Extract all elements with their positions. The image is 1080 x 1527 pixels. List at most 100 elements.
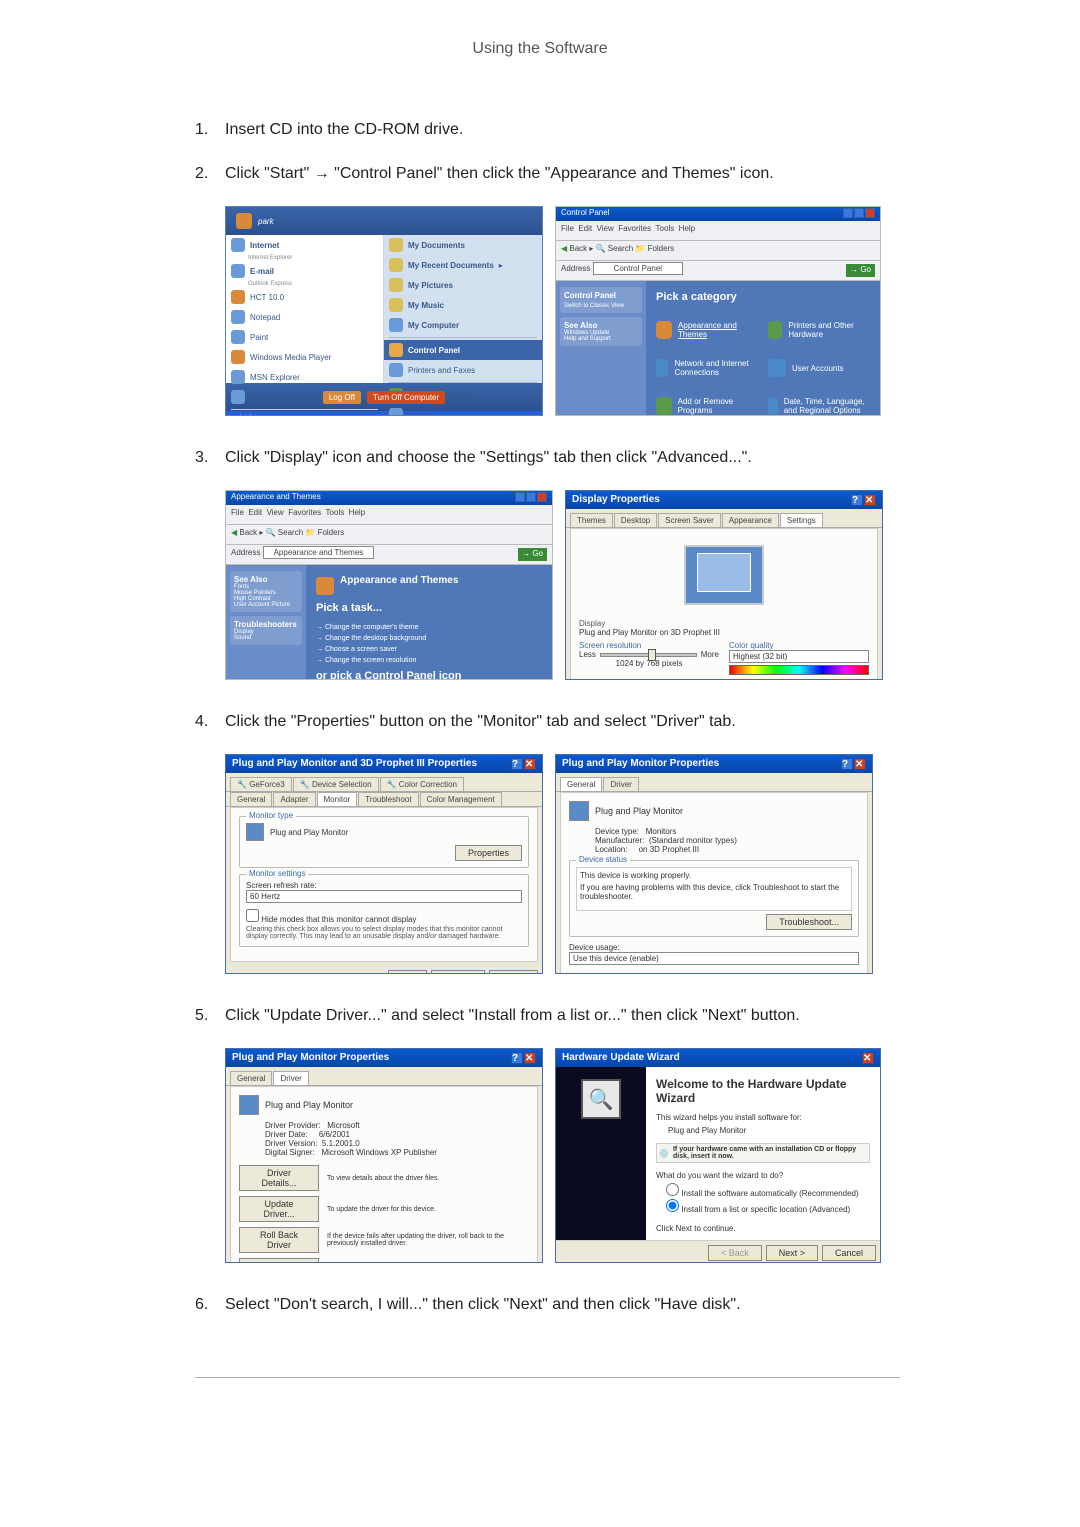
- display-properties-screenshot: Display Properties ?✕ Themes Desktop Scr…: [565, 490, 883, 680]
- apply-button[interactable]: Apply: [489, 970, 538, 974]
- window-buttons[interactable]: [515, 492, 547, 504]
- cp-cat-date[interactable]: Date, Time, Language, and Regional Optio…: [768, 397, 870, 415]
- go-button[interactable]: → Go: [846, 264, 875, 277]
- tab-monitor[interactable]: Monitor: [317, 792, 358, 806]
- cp-cat-addremove[interactable]: Add or Remove Programs: [656, 397, 758, 415]
- tab-troubleshoot[interactable]: Troubleshoot: [358, 792, 418, 806]
- tab-general[interactable]: General: [560, 777, 602, 791]
- step-5: 5. Click "Update Driver..." and select "…: [195, 1004, 900, 1028]
- sm-item-printers[interactable]: Printers and Faxes: [384, 360, 542, 380]
- cp-cat-useracc[interactable]: User Accounts: [768, 359, 870, 377]
- sm-item-music[interactable]: My Music: [384, 295, 542, 315]
- tab-general[interactable]: General: [230, 792, 272, 806]
- color-quality-select[interactable]: Highest (32 bit): [729, 650, 869, 663]
- resolution-slider[interactable]: [600, 653, 697, 657]
- step-number: 3.: [195, 446, 225, 470]
- tab-colormgmt[interactable]: Color Management: [420, 792, 502, 806]
- update-driver-button[interactable]: Update Driver...: [239, 1196, 319, 1222]
- tab-colorcorr[interactable]: 🔧 Color Correction: [380, 777, 464, 791]
- mg-title: Plug and Play Monitor Properties ?✕: [556, 755, 872, 773]
- sm-item-internet[interactable]: Internet: [226, 235, 383, 255]
- sm-item-hct[interactable]: HCT 10.0: [226, 287, 383, 307]
- usage-select[interactable]: Use this device (enable): [569, 952, 859, 965]
- advanced-monitor-screenshot: Plug and Play Monitor and 3D Prophet III…: [225, 754, 543, 974]
- driver-details-button[interactable]: Driver Details...: [239, 1165, 319, 1191]
- am-tabs2: General Adapter Monitor Troubleshoot Col…: [226, 792, 542, 807]
- opt-auto[interactable]: [666, 1183, 679, 1196]
- sm-item-search[interactable]: Search: [384, 405, 542, 416]
- back-button[interactable]: < Back: [708, 1245, 762, 1261]
- wiz-title: Hardware Update Wizard ✕: [556, 1049, 880, 1067]
- close-buttons[interactable]: ?✕: [851, 494, 876, 506]
- tab-geforce[interactable]: 🔧 GeForce3: [230, 777, 292, 791]
- tab-themes[interactable]: Themes: [570, 513, 613, 527]
- sm-item-recent[interactable]: My Recent Documents ▸: [384, 255, 542, 275]
- cp-cat-appearance[interactable]: Appearance and Themes: [656, 321, 758, 339]
- page-title: Using the Software: [472, 40, 607, 57]
- rollback-button[interactable]: Roll Back Driver: [239, 1227, 319, 1253]
- close-buttons[interactable]: ?✕: [841, 758, 866, 770]
- dp-display-label: Display: [579, 619, 869, 628]
- tab-driver[interactable]: Driver: [273, 1071, 308, 1085]
- cp-side-box: Control Panel Switch to Classic View: [560, 287, 642, 313]
- window-buttons[interactable]: [843, 208, 875, 220]
- tab-driver[interactable]: Driver: [603, 777, 638, 791]
- opt-list[interactable]: [666, 1199, 679, 1212]
- properties-button[interactable]: Properties: [455, 845, 522, 861]
- start-button[interactable]: start: [234, 413, 251, 416]
- am-tabs1: 🔧 GeForce3 🔧 Device Selection 🔧 Color Co…: [226, 773, 542, 792]
- cp-cat-network[interactable]: Network and Internet Connections: [656, 359, 758, 377]
- step-2: 2. Click "Start" → "Control Panel" then …: [195, 162, 900, 186]
- tab-desktop[interactable]: Desktop: [614, 513, 657, 527]
- cp-cat-printers[interactable]: Printers and Other Hardware: [768, 321, 870, 339]
- cp-body: Control Panel Switch to Classic View See…: [556, 281, 880, 416]
- tab-general[interactable]: General: [230, 1071, 272, 1085]
- address-field[interactable]: Control Panel: [593, 262, 683, 275]
- tab-devsel[interactable]: 🔧 Device Selection: [293, 777, 379, 791]
- sm-item-notepad[interactable]: Notepad: [226, 307, 383, 327]
- step-text: Insert CD into the CD-ROM drive.: [225, 118, 900, 142]
- sm-item-mydocs[interactable]: My Documents: [384, 235, 542, 255]
- cancel-button[interactable]: Cancel: [822, 1245, 876, 1261]
- cp-title: Control Panel: [561, 208, 609, 220]
- sm-item-paint[interactable]: Paint: [226, 327, 383, 347]
- tab-appearance[interactable]: Appearance: [722, 513, 779, 527]
- sm-item-msn[interactable]: MSN Explorer: [226, 367, 383, 387]
- go-button[interactable]: → Go: [518, 548, 547, 561]
- cp-address-bar: Address Control Panel → Go: [556, 261, 880, 281]
- sm-item-email[interactable]: E-mail: [226, 261, 383, 281]
- ok-button[interactable]: OK: [388, 970, 427, 974]
- cp-sidebar: Control Panel Switch to Classic View See…: [556, 281, 646, 416]
- turnoff-button[interactable]: Turn Off Computer: [367, 391, 445, 404]
- steps-list-cont: 5. Click "Update Driver..." and select "…: [195, 1004, 900, 1028]
- hide-modes-check[interactable]: [246, 909, 259, 922]
- step-number: 6.: [195, 1293, 225, 1317]
- step-6: 6. Select "Don't search, I will..." then…: [195, 1293, 900, 1317]
- next-button[interactable]: Next >: [766, 1245, 818, 1261]
- sm-item-pics[interactable]: My Pictures: [384, 275, 542, 295]
- close-buttons[interactable]: ?✕: [511, 1052, 536, 1064]
- sm-item-mycomp[interactable]: My Computer: [384, 315, 542, 335]
- monitor-properties-driver-screenshot: Plug and Play Monitor Properties ?✕ Gene…: [225, 1048, 543, 1263]
- troubleshoot-button[interactable]: Troubleshoot...: [713, 679, 799, 680]
- at-titlebar: Appearance and Themes: [226, 491, 552, 505]
- step-text: Click the "Properties" button on the "Mo…: [225, 710, 900, 734]
- mg-body: Plug and Play Monitor Device type: Monit…: [560, 792, 868, 974]
- sm-item-controlpanel[interactable]: Control Panel: [384, 340, 542, 360]
- steps-list-cont: 6. Select "Don't search, I will..." then…: [195, 1293, 900, 1317]
- advanced-button[interactable]: Advanced: [803, 679, 869, 680]
- logoff-button[interactable]: Log Off: [323, 391, 361, 404]
- refresh-select[interactable]: 60 Hertz: [246, 890, 522, 903]
- tab-screensaver[interactable]: Screen Saver: [658, 513, 720, 527]
- troubleshoot-button[interactable]: Troubleshoot...: [766, 914, 852, 930]
- tab-adapter[interactable]: Adapter: [273, 792, 315, 806]
- close-button[interactable]: ✕: [862, 1052, 874, 1064]
- tab-settings[interactable]: Settings: [780, 513, 823, 527]
- close-buttons[interactable]: ?✕: [511, 758, 536, 770]
- cp-titlebar: Control Panel: [556, 207, 880, 221]
- cancel-button[interactable]: Cancel: [431, 970, 485, 974]
- sm-item-wmp[interactable]: Windows Media Player: [226, 347, 383, 367]
- uninstall-button[interactable]: Uninstall: [239, 1258, 319, 1263]
- at-toolbar: File Edit View Favorites Tools Help: [226, 505, 552, 525]
- start-menu-body: Internet Internet Explorer E-mail Outloo…: [226, 235, 542, 383]
